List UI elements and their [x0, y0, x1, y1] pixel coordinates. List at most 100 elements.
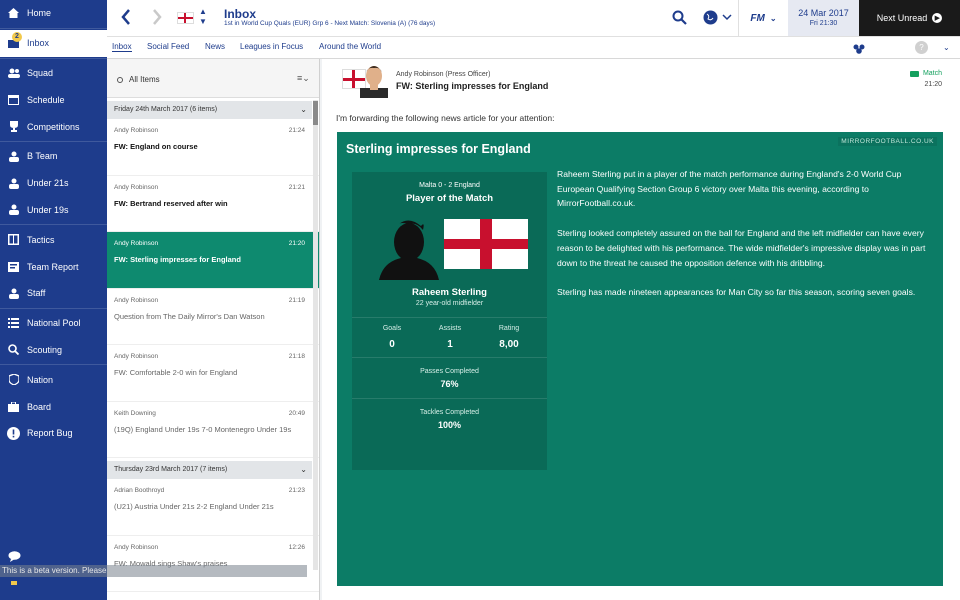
scrollbar-track[interactable]	[313, 100, 318, 570]
sidebar-item-national-pool[interactable]: National Pool	[0, 310, 107, 337]
stat-label: Tackles Completed	[419, 409, 480, 416]
message-subject: Question from The Daily Mirror's Dan Wat…	[114, 311, 265, 321]
sidebar-item-nation[interactable]: Nation	[0, 366, 107, 393]
globe-icon[interactable]	[703, 10, 733, 30]
sidebar-item-b-team[interactable]: B Team	[0, 143, 107, 170]
sidebar-item-under-19s[interactable]: Under 19s	[0, 197, 107, 224]
trophy-icon	[6, 119, 21, 134]
divider	[0, 57, 107, 59]
up-down-icon[interactable]: ▲ ▼	[199, 7, 207, 27]
sidebar-item-label: Squad	[27, 67, 54, 78]
message-subject-heading: FW: Sterling impresses for England	[396, 81, 549, 91]
arrow-right-icon: ▶	[932, 13, 943, 23]
sidebar-item-tactics[interactable]: Tactics	[0, 226, 107, 253]
unread-badge: 2	[12, 31, 22, 42]
top-bar: ▲ ▼ Inbox 1st in World Cup Quals (EUR) Gr…	[107, 0, 960, 37]
divider	[0, 364, 107, 366]
sidebar-item-report-bug[interactable]: Report Bug	[0, 420, 107, 447]
search-icon[interactable]	[672, 10, 687, 30]
message-sender: Andy Robinson	[114, 353, 159, 360]
list-item[interactable]: Andy Robinson 21:18 FW: Comfortable 2-0 …	[107, 345, 319, 402]
help-icon[interactable]: ?	[915, 41, 928, 54]
message-tag[interactable]: Match	[909, 70, 942, 77]
divider	[0, 307, 107, 309]
date-continue-button[interactable]: 24 Mar 2017 Fri 21:30	[788, 0, 859, 36]
report-icon	[6, 259, 21, 274]
list-icon	[6, 316, 21, 331]
list-item[interactable]: Andy Robinson 12:26 FW: Mowald sings Sha…	[107, 536, 319, 592]
tab-leagues-in-focus[interactable]: Leagues in Focus	[240, 42, 303, 51]
stat-assists: Assists 1	[420, 325, 480, 350]
people-icon[interactable]	[852, 42, 866, 60]
sidebar-item-squad[interactable]: Squad	[0, 60, 107, 87]
sidebar-item-label: Schedule	[27, 94, 65, 105]
divider	[0, 140, 107, 142]
sender-avatar	[360, 66, 388, 98]
message-list: All Items ≡⌄ Friday 24th March 2017 (6 i…	[107, 59, 320, 600]
team-icon	[6, 149, 21, 164]
stat-rating: Rating 8,00	[479, 325, 539, 350]
tab-around-the-world[interactable]: Around the World	[319, 42, 381, 51]
day-group-header[interactable]: Friday 24th March 2017 (6 items) ⌄	[107, 101, 312, 119]
message-sender: Keith Downing	[114, 409, 156, 417]
list-item[interactable]: Andy Robinson 21:24 FW: England on cours…	[107, 119, 319, 176]
england-flag	[444, 219, 528, 269]
sidebar-item-home[interactable]: Home	[0, 0, 107, 27]
squad-icon	[6, 65, 21, 80]
message-from[interactable]: Andy Robinson (Press Officer)	[396, 71, 490, 78]
fm-menu-button[interactable]: FM ⌄	[738, 0, 788, 36]
filter-all-items[interactable]: All Items	[117, 75, 160, 84]
back-button[interactable]	[121, 9, 131, 30]
message-subject: FW: Sterling impresses for England	[114, 255, 241, 264]
sidebar-item-label: Report Bug	[27, 428, 73, 439]
tab-social-feed[interactable]: Social Feed	[147, 42, 189, 51]
sidebar-item-under-21s[interactable]: Under 21s	[0, 170, 107, 197]
stat-label: Assists	[438, 325, 462, 332]
message-sender: Andy Robinson	[114, 127, 159, 134]
page-title: Inbox	[224, 7, 256, 21]
sidebar-item-inbox[interactable]: 2 Inbox	[0, 29, 107, 57]
sidebar-item-board[interactable]: Board	[0, 393, 107, 420]
divider	[352, 398, 547, 399]
player-of-the-match-card[interactable]: Malta 0 - 2 England Player of the Match …	[352, 172, 547, 470]
chevron-down-icon: ⌄	[300, 105, 307, 114]
list-item[interactable]: Keith Downing 20:49 (19Q) England Under …	[107, 402, 319, 458]
sidebar-item-team-report[interactable]: Team Report	[0, 253, 107, 280]
page-subtitle[interactable]: 1st in World Cup Quals (EUR) Grp 6 - Nex…	[224, 20, 435, 27]
game-time: Fri 21:30	[809, 20, 838, 27]
chevron-down-icon[interactable]: ⌄	[943, 43, 950, 52]
next-unread-button[interactable]: Next Unread ▶	[859, 0, 960, 36]
forward-button[interactable]	[152, 9, 162, 30]
list-item[interactable]: Adrian Boothroyd 21:23 (U21) Austria Und…	[107, 479, 319, 536]
tab-news[interactable]: News	[205, 42, 225, 51]
sidebar-item-schedule[interactable]: Schedule	[0, 86, 107, 113]
tab-inbox[interactable]: Inbox	[112, 42, 132, 52]
divider	[352, 317, 547, 318]
stat-value: 0	[389, 339, 395, 350]
calendar-icon	[6, 92, 21, 107]
alert-icon	[6, 426, 21, 441]
message-subject: (19Q) England Under 19s 7-0 Montenegro U…	[114, 424, 292, 434]
sidebar-item-staff[interactable]: Staff	[0, 280, 107, 307]
message-time: 21:18	[288, 353, 305, 360]
england-flag-icon[interactable]	[177, 12, 194, 24]
team-icon	[6, 176, 21, 191]
sidebar-item-label: B Team	[27, 151, 58, 162]
list-menu-icon[interactable]: ≡⌄	[297, 73, 310, 84]
list-item[interactable]: Andy Robinson 21:21 FW: Bertrand reserve…	[107, 176, 319, 232]
sidebar-item-competitions[interactable]: Competitions	[0, 113, 107, 140]
fm-logo: FM	[750, 12, 765, 24]
stat-value: 8,00	[499, 339, 519, 350]
list-toolbar: All Items ≡⌄	[107, 59, 319, 98]
sidebar-item-label: Team Report	[27, 261, 79, 272]
chevron-down-icon: ⌄	[769, 13, 777, 23]
stat-goals: Goals 0	[362, 325, 422, 350]
player-name[interactable]: Raheem Sterling	[352, 287, 547, 298]
home-icon	[6, 6, 21, 21]
sidebar-item-scouting[interactable]: Scouting	[0, 337, 107, 364]
list-item-selected[interactable]: Andy Robinson 21:20 FW: Sterling impress…	[107, 232, 319, 289]
scrollbar-thumb[interactable]	[313, 101, 318, 125]
stat-tackles-completed: Tackles Completed 100%	[352, 409, 547, 430]
day-group-header[interactable]: Thursday 23rd March 2017 (7 items) ⌄	[107, 461, 312, 479]
list-item[interactable]: Andy Robinson 21:19 Question from The Da…	[107, 289, 319, 345]
